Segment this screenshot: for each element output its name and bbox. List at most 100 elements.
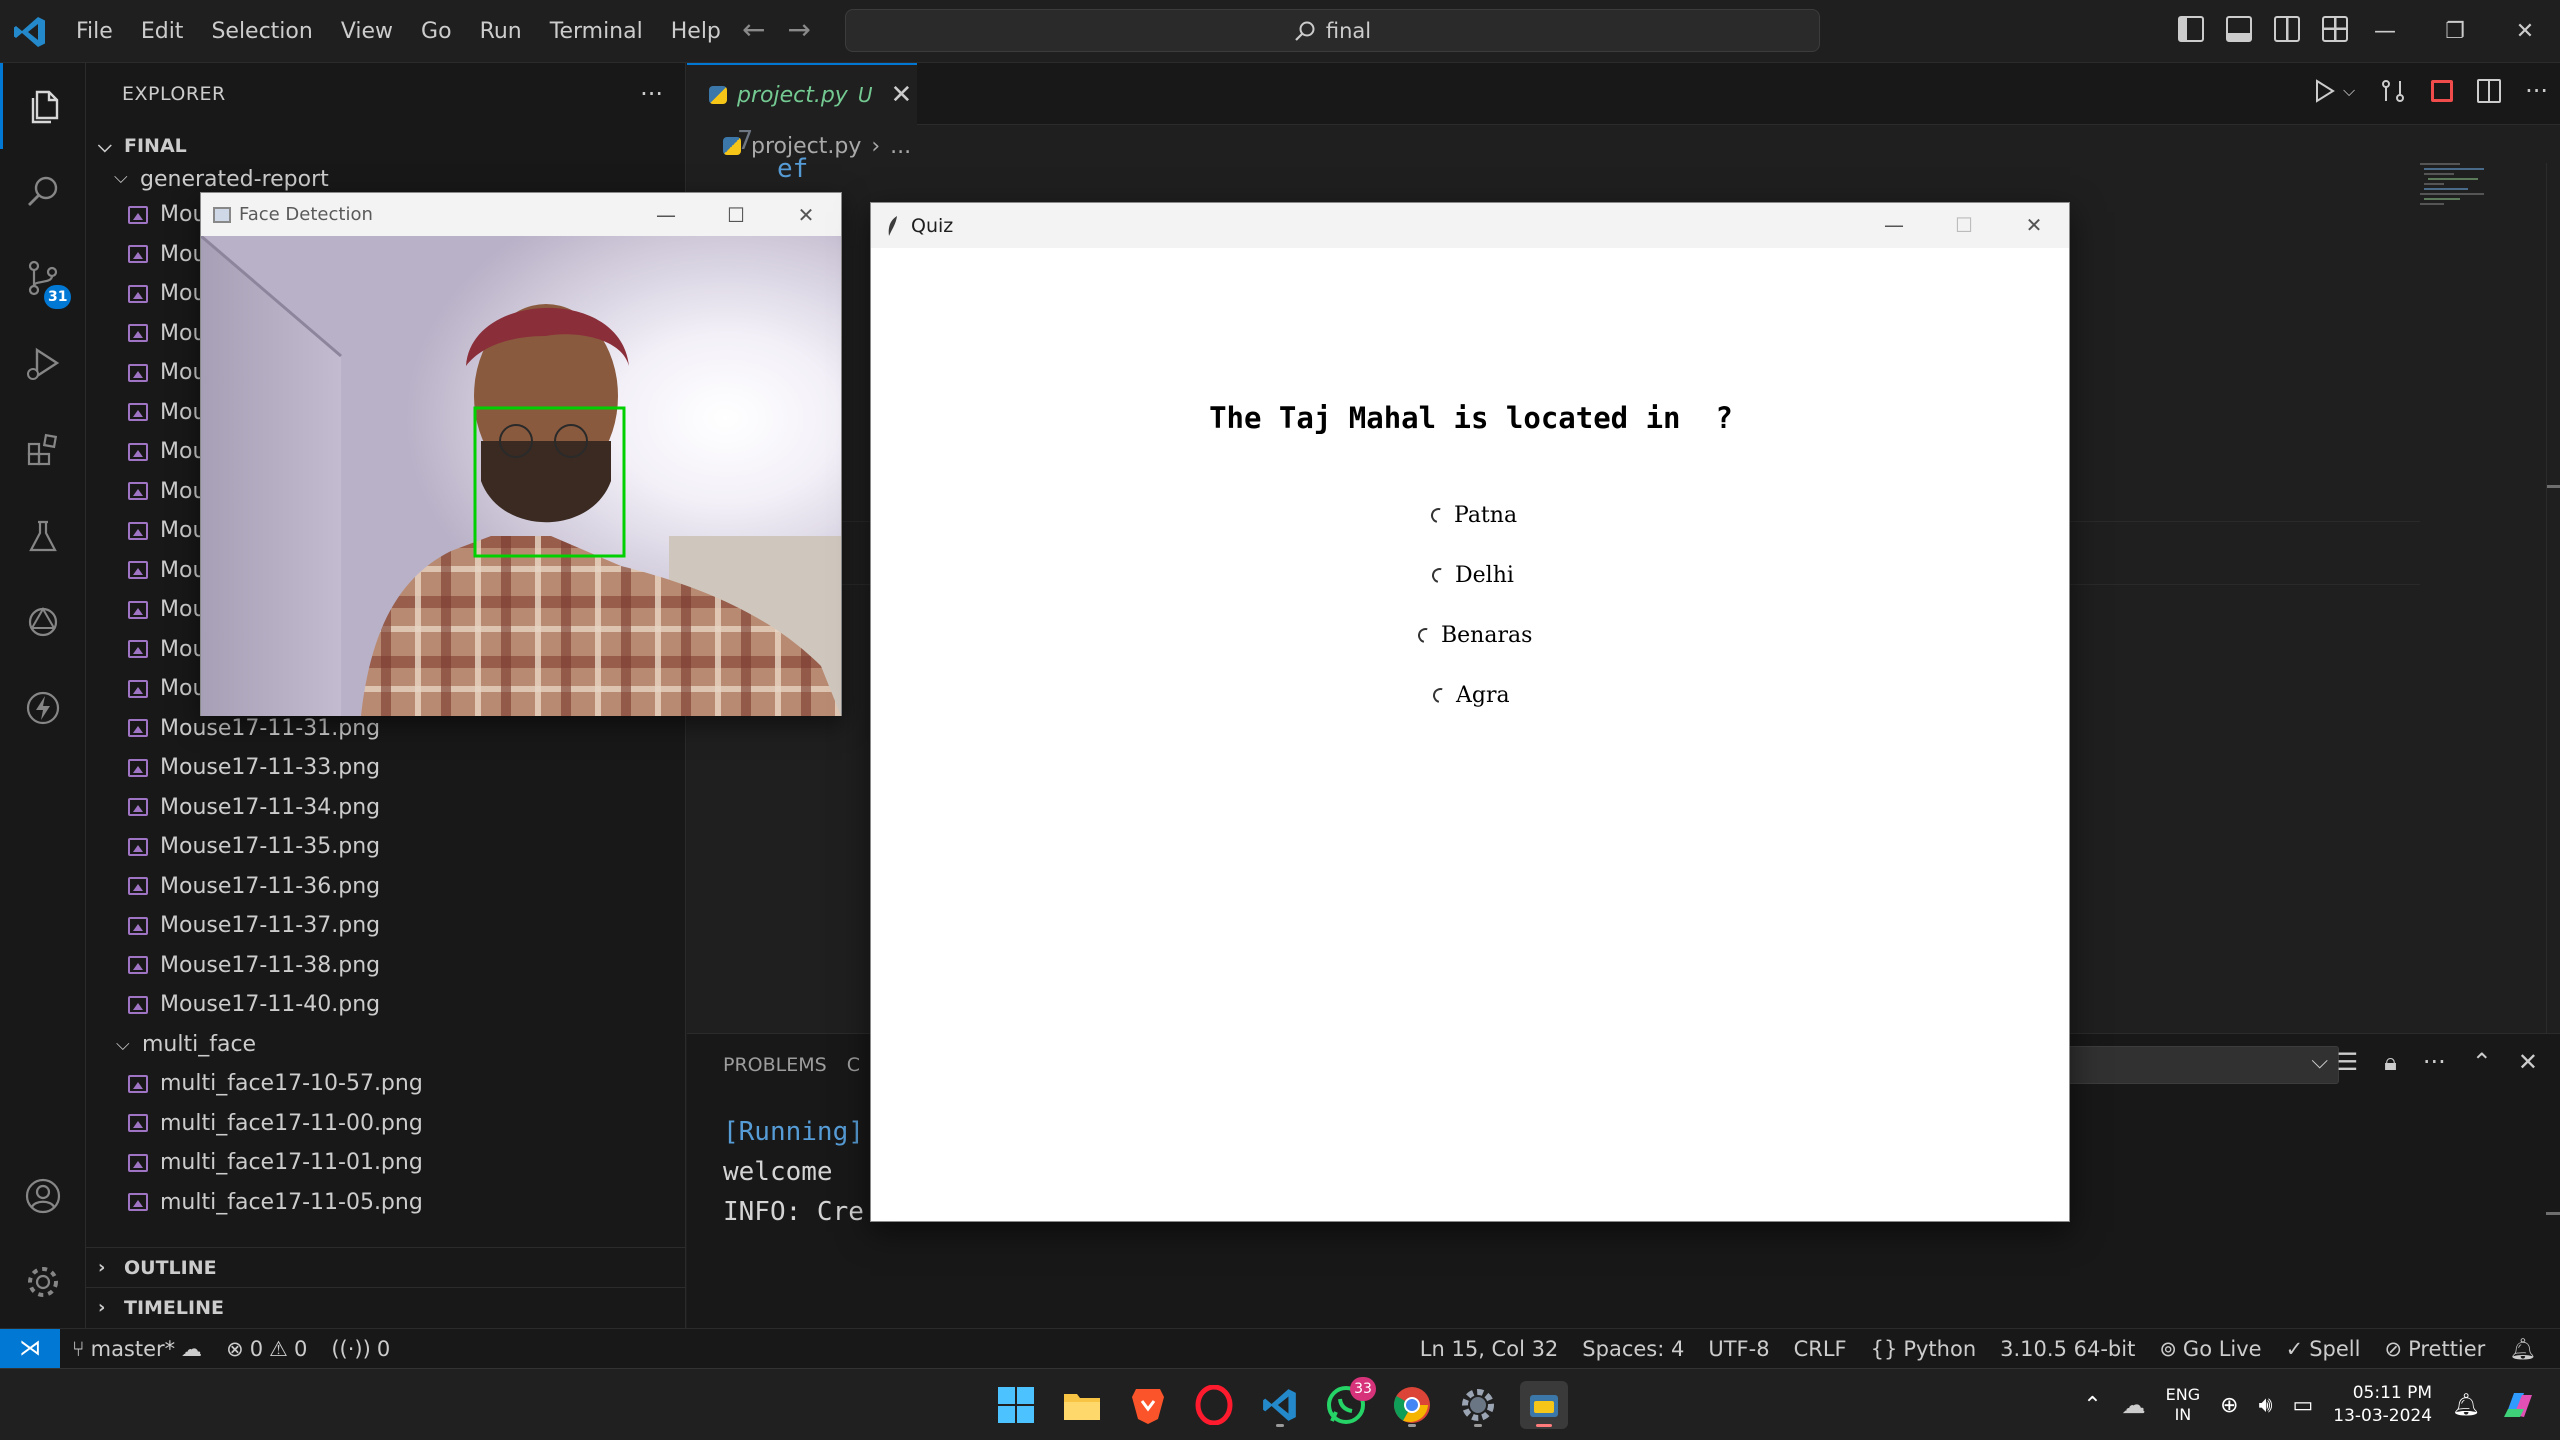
input-language[interactable]: ENG IN bbox=[2166, 1385, 2200, 1425]
show-hidden-icons-icon[interactable]: ⌃ bbox=[2083, 1393, 2101, 1418]
customize-layout-icon[interactable] bbox=[2322, 16, 2348, 42]
maximize-icon[interactable]: ☐ bbox=[1929, 203, 1999, 246]
file-item[interactable]: Mouse17-11-33.png bbox=[128, 748, 685, 788]
close-icon[interactable]: ✕ bbox=[771, 193, 841, 236]
minimize-icon[interactable]: — bbox=[2350, 0, 2420, 63]
copilot-icon[interactable] bbox=[2500, 1387, 2536, 1423]
explorer-activity[interactable] bbox=[0, 63, 86, 149]
tab-problems[interactable]: PROBLEMS bbox=[723, 1054, 827, 1076]
stop-icon[interactable] bbox=[2431, 80, 2454, 102]
face-window-titlebar[interactable]: Face Detection — ☐ ✕ bbox=[201, 193, 841, 236]
thunder-client-activity[interactable] bbox=[0, 665, 86, 751]
radio-button[interactable] bbox=[1415, 625, 1436, 646]
panel-scrollbar[interactable] bbox=[2546, 1212, 2560, 1215]
volume-icon[interactable]: 🔊︎ bbox=[2259, 1393, 2273, 1418]
toggle-panel-icon[interactable] bbox=[2226, 16, 2252, 42]
file-item[interactable]: multi_face17-11-00.png bbox=[128, 1104, 685, 1144]
forward-arrow-icon[interactable]: → bbox=[787, 14, 810, 46]
language-mode[interactable]: {} Python bbox=[1859, 1337, 1989, 1361]
prettier-status[interactable]: ⊘ Prettier bbox=[2372, 1337, 2497, 1361]
radio-button[interactable] bbox=[1428, 505, 1449, 526]
eol-status[interactable]: CRLF bbox=[1782, 1337, 1859, 1361]
file-item[interactable]: Mouse17-11-37.png bbox=[128, 906, 685, 946]
whatsapp-taskbar[interactable]: 33 bbox=[1322, 1377, 1376, 1429]
toggle-primary-sidebar-icon[interactable] bbox=[2178, 16, 2204, 42]
ports-status[interactable]: ((·)) 0 bbox=[319, 1337, 402, 1361]
chevron-down-icon[interactable]: ⌵ bbox=[2343, 81, 2355, 101]
encoding-status[interactable]: UTF-8 bbox=[1696, 1337, 1781, 1361]
vscode-taskbar[interactable] bbox=[1256, 1381, 1304, 1429]
cursor-position[interactable]: Ln 15, Col 32 bbox=[1408, 1337, 1571, 1361]
radio-button[interactable] bbox=[1429, 565, 1450, 586]
run-debug-activity[interactable] bbox=[0, 321, 86, 407]
minimize-icon[interactable]: — bbox=[1859, 203, 1929, 246]
indentation-status[interactable]: Spaces: 4 bbox=[1570, 1337, 1696, 1361]
menu-file[interactable]: File bbox=[62, 12, 127, 52]
more-actions-icon[interactable]: ··· bbox=[2423, 1048, 2446, 1076]
remote-indicator-icon[interactable]: ⋊ bbox=[0, 1328, 60, 1369]
onedrive-cloud-icon[interactable]: ☁ bbox=[2122, 1391, 2146, 1419]
clock[interactable]: 05:11 PM 13-03-2024 bbox=[2333, 1382, 2432, 1428]
file-item[interactable]: multi_face17-10-57.png bbox=[128, 1064, 685, 1104]
radio-button[interactable] bbox=[1430, 685, 1451, 706]
manage-activity[interactable] bbox=[0, 1239, 86, 1325]
file-explorer-taskbar[interactable] bbox=[1058, 1381, 1106, 1429]
menu-help[interactable]: Help bbox=[657, 12, 735, 52]
close-icon[interactable]: ✕ bbox=[1999, 203, 2069, 246]
quiz-option-agra[interactable]: Agra bbox=[1430, 683, 1510, 708]
timeline-section[interactable]: › TIMELINE bbox=[86, 1287, 685, 1327]
notifications-bell-icon[interactable]: 🔔︎ bbox=[2497, 1337, 2548, 1362]
maximize-icon[interactable]: ☐ bbox=[701, 193, 771, 236]
close-icon[interactable]: ✕ bbox=[890, 80, 912, 110]
battery-icon[interactable]: ▭ bbox=[2292, 1393, 2313, 1418]
back-arrow-icon[interactable]: ← bbox=[742, 14, 765, 46]
file-item[interactable]: Mouse17-11-34.png bbox=[128, 788, 685, 828]
quiz-window-titlebar[interactable]: Quiz — ☐ ✕ bbox=[871, 203, 2069, 248]
file-item[interactable]: multi_face17-11-01.png bbox=[128, 1143, 685, 1183]
more-actions-icon[interactable]: ··· bbox=[640, 80, 663, 108]
minimap[interactable] bbox=[2420, 163, 2520, 283]
search-activity[interactable] bbox=[0, 149, 86, 235]
folder-generated-report[interactable]: ⌵ generated-report bbox=[86, 167, 685, 195]
breadcrumb-symbol[interactable]: ... bbox=[890, 134, 911, 159]
problems-status[interactable]: ⊗ 0 ⚠ 0 bbox=[214, 1337, 319, 1361]
quiz-option-delhi[interactable]: Delhi bbox=[1429, 563, 1514, 588]
quiz-option-benaras[interactable]: Benaras bbox=[1415, 623, 1532, 648]
outline-section[interactable]: › OUTLINE bbox=[86, 1247, 685, 1287]
network-globe-icon[interactable]: ⊕ bbox=[2220, 1393, 2238, 1418]
workspace-root[interactable]: ⌵ FINAL bbox=[86, 125, 685, 167]
go-live-button[interactable]: ⊚ Go Live bbox=[2147, 1337, 2273, 1361]
file-item[interactable]: Mouse17-11-36.png bbox=[128, 867, 685, 907]
chatgpt-activity[interactable] bbox=[0, 579, 86, 665]
notification-bell-icon[interactable]: 🔔︎ bbox=[2452, 1393, 2480, 1418]
start-button[interactable] bbox=[992, 1381, 1040, 1429]
toggle-secondary-sidebar-icon[interactable] bbox=[2274, 16, 2300, 42]
restore-icon[interactable]: ❐ bbox=[2420, 0, 2490, 63]
editor-scrollbar[interactable] bbox=[2546, 163, 2560, 1033]
menu-edit[interactable]: Edit bbox=[127, 12, 198, 52]
menu-go[interactable]: Go bbox=[407, 12, 466, 52]
output-channel-select[interactable]: ⌵ bbox=[2067, 1046, 2339, 1084]
split-editor-icon[interactable] bbox=[2477, 79, 2502, 103]
more-actions-icon[interactable]: ··· bbox=[2525, 77, 2548, 105]
file-item[interactable]: Mouse17-11-38.png bbox=[128, 946, 685, 986]
clear-output-icon[interactable]: ☰ bbox=[2337, 1048, 2359, 1076]
opera-taskbar[interactable] bbox=[1190, 1381, 1238, 1429]
extensions-activity[interactable] bbox=[0, 407, 86, 493]
menu-selection[interactable]: Selection bbox=[197, 12, 326, 52]
menu-view[interactable]: View bbox=[327, 12, 407, 52]
chrome-taskbar[interactable] bbox=[1388, 1381, 1436, 1429]
git-branch-status[interactable]: ⑂ master* ☁ bbox=[60, 1337, 214, 1361]
python-taskbar[interactable] bbox=[1520, 1381, 1568, 1429]
file-item[interactable]: multi_face17-11-05.png bbox=[128, 1183, 685, 1223]
run-icon[interactable] bbox=[2311, 78, 2337, 104]
accounts-activity[interactable] bbox=[0, 1153, 86, 1239]
tab-output-partial[interactable]: C bbox=[847, 1054, 860, 1076]
minimize-icon[interactable]: — bbox=[631, 193, 701, 236]
menu-run[interactable]: Run bbox=[466, 12, 536, 52]
maximize-panel-icon[interactable]: ⌃ bbox=[2472, 1048, 2492, 1076]
lock-scroll-icon[interactable]: 🔒︎ bbox=[2384, 1048, 2397, 1076]
file-item[interactable]: Mouse17-11-40.png bbox=[128, 985, 685, 1025]
command-center-search[interactable]: final bbox=[845, 9, 1820, 52]
tab-project-py[interactable]: project.py U ✕ bbox=[687, 63, 917, 125]
